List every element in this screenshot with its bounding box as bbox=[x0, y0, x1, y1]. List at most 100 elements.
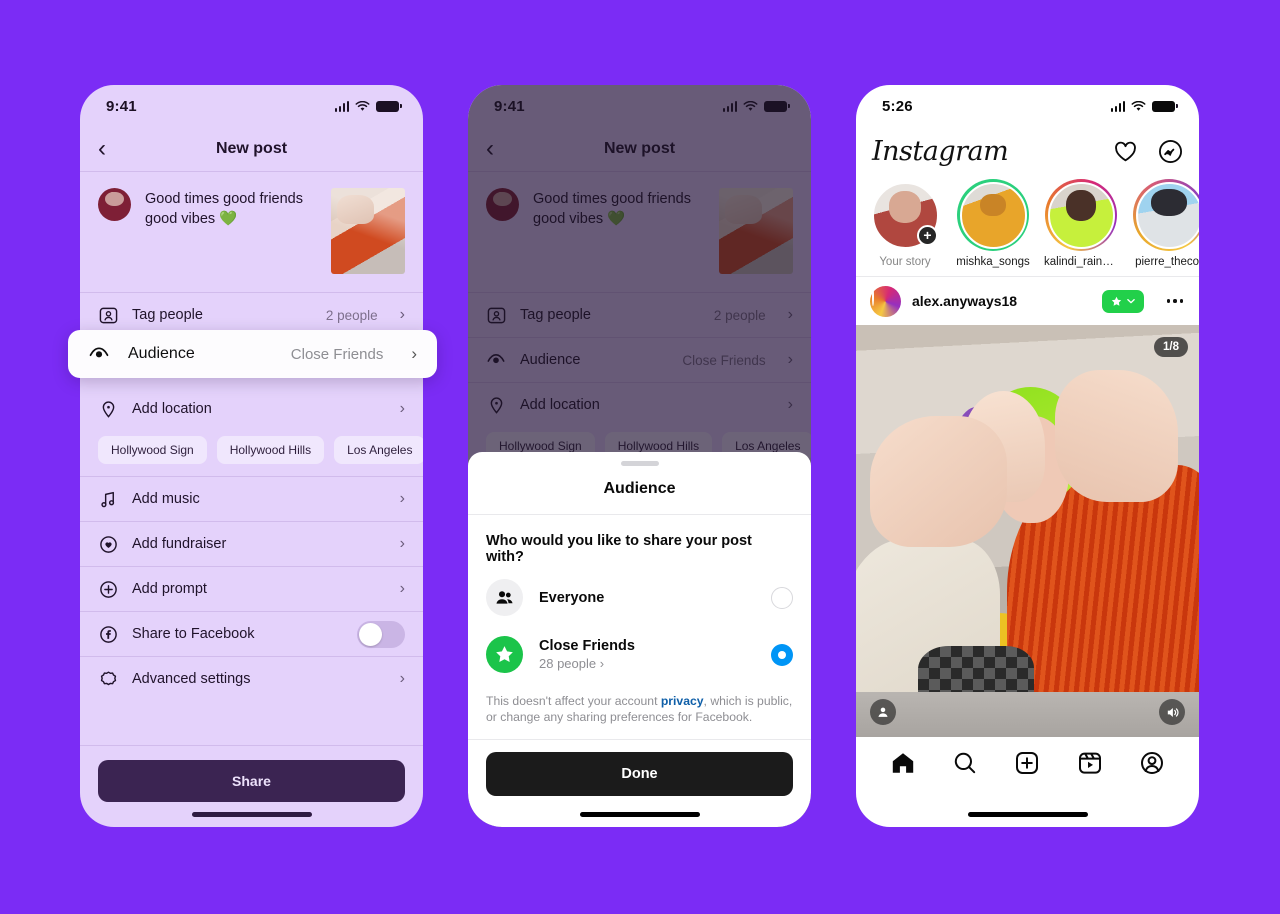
radio-everyone[interactable] bbox=[771, 586, 793, 609]
post-thumbnail[interactable] bbox=[331, 188, 405, 274]
phone-instagram-feed: 5:26 Instagram + Your story mishka_songs… bbox=[856, 85, 1199, 827]
battery-icon bbox=[1152, 100, 1178, 112]
tab-search[interactable] bbox=[952, 750, 978, 776]
star-icon bbox=[1111, 296, 1121, 306]
audience-disclaimer: This doesn't affect your account privacy… bbox=[468, 683, 811, 739]
add-story-icon[interactable]: + bbox=[917, 225, 938, 246]
chevron-right-icon: › bbox=[399, 670, 405, 687]
close-friends-star-icon bbox=[486, 636, 523, 673]
story-avatar-pierre bbox=[1135, 181, 1199, 249]
status-bar: 9:41 bbox=[80, 85, 423, 127]
share-button[interactable]: Share bbox=[98, 760, 405, 802]
story-your-story[interactable]: + Your story bbox=[868, 179, 942, 268]
story-kalindi-rainb[interactable]: kalindi_rainb... bbox=[1044, 179, 1118, 268]
person-tag-icon[interactable] bbox=[870, 699, 896, 725]
tab-profile[interactable] bbox=[1139, 750, 1165, 776]
option-name: Close Friends bbox=[539, 638, 635, 654]
row-add-fundraiser[interactable]: Add fundraiser › bbox=[80, 522, 423, 566]
back-chevron-icon[interactable]: ‹ bbox=[98, 137, 106, 161]
location-suggestions: Hollywood Sign Hollywood Hills Los Angel… bbox=[80, 431, 423, 476]
chevron-right-icon: › bbox=[399, 580, 405, 597]
nav-bar: ‹ New post bbox=[80, 127, 423, 171]
status-time: 5:26 bbox=[882, 97, 913, 115]
disclaimer-text-pre: This doesn't affect your account bbox=[486, 694, 661, 708]
home-indicator bbox=[579, 812, 700, 817]
media-layer-hand-left bbox=[869, 415, 1007, 548]
story-label: kalindi_rainb... bbox=[1044, 256, 1118, 268]
toggle-knob bbox=[359, 622, 382, 646]
row-label: Advanced settings bbox=[132, 671, 251, 687]
battery-icon bbox=[376, 100, 402, 112]
home-indicator bbox=[967, 812, 1088, 817]
caption-text[interactable]: Good times good friends good vibes 💚 bbox=[145, 188, 317, 229]
messenger-icon[interactable] bbox=[1158, 139, 1183, 164]
post-author-avatar[interactable] bbox=[870, 285, 901, 317]
search-icon bbox=[955, 752, 976, 774]
audience-card-label: Audience bbox=[128, 345, 195, 362]
composer[interactable]: Good times good friends good vibes 💚 bbox=[80, 172, 423, 292]
row-add-prompt[interactable]: Add prompt › bbox=[80, 567, 423, 611]
reels-icon bbox=[1078, 752, 1101, 774]
location-pin-icon bbox=[98, 399, 118, 419]
tab-reels[interactable] bbox=[1077, 750, 1103, 776]
status-bar: 5:26 bbox=[856, 85, 1199, 127]
phone-audience-sheet: 9:41 ‹ New post Good times good friends … bbox=[468, 85, 811, 827]
radio-close-friends[interactable] bbox=[771, 643, 793, 666]
phone-new-post: 9:41 ‹ New post Good times good friends … bbox=[80, 85, 423, 827]
row-label: Add prompt bbox=[132, 581, 207, 597]
audience-eye-icon bbox=[88, 343, 110, 365]
audience-option-close-friends[interactable]: Close Friends 28 people › bbox=[468, 626, 811, 683]
location-chip[interactable]: Hollywood Hills bbox=[216, 436, 325, 464]
user-avatar bbox=[98, 188, 131, 221]
row-label: Add fundraiser bbox=[132, 536, 227, 552]
chevron-right-icon: › bbox=[399, 306, 405, 323]
row-add-location[interactable]: Add location › bbox=[80, 387, 423, 431]
sound-on-icon[interactable] bbox=[1159, 699, 1185, 725]
facebook-share-toggle[interactable] bbox=[357, 620, 405, 648]
fundraiser-heart-icon bbox=[98, 534, 118, 554]
post-media[interactable]: 1/8 bbox=[856, 325, 1199, 737]
cellular-signal-icon bbox=[334, 100, 349, 112]
row-advanced-settings[interactable]: Advanced settings › bbox=[80, 657, 423, 701]
music-note-icon bbox=[98, 489, 118, 509]
cellular-signal-icon bbox=[1110, 100, 1125, 112]
story-mishka-songs[interactable]: mishka_songs bbox=[956, 179, 1030, 268]
chevron-right-icon: › bbox=[411, 344, 417, 363]
instagram-header: Instagram bbox=[856, 127, 1199, 175]
post-header: alex.anyways18 bbox=[856, 277, 1199, 325]
heart-icon[interactable] bbox=[1113, 139, 1138, 164]
audience-option-everyone[interactable]: Everyone bbox=[468, 569, 811, 626]
profile-icon bbox=[1140, 752, 1163, 774]
stories-tray[interactable]: + Your story mishka_songs kalindi_rainb.… bbox=[856, 175, 1199, 276]
option-subtext[interactable]: 28 people › bbox=[539, 656, 755, 671]
sheet-question: Who would you like to share your post wi… bbox=[486, 533, 752, 565]
location-chip[interactable]: Los Angeles bbox=[334, 436, 423, 464]
privacy-link[interactable]: privacy bbox=[661, 694, 704, 708]
tag-people-icon bbox=[98, 305, 118, 325]
chevron-right-icon: › bbox=[399, 535, 405, 552]
tab-create[interactable] bbox=[1014, 750, 1040, 776]
media-layer-hand-right bbox=[1054, 370, 1179, 503]
row-add-music[interactable]: Add music › bbox=[80, 477, 423, 521]
audience-highlight-card[interactable]: Audience Close Friends › bbox=[68, 330, 437, 378]
story-avatar-kalindi bbox=[1047, 181, 1115, 249]
tab-home[interactable] bbox=[890, 750, 916, 776]
close-friends-badge[interactable] bbox=[1101, 289, 1144, 313]
audience-bottom-sheet: Audience Who would you like to share you… bbox=[468, 452, 811, 827]
page-title: New post bbox=[215, 140, 288, 157]
row-label: Tag people bbox=[132, 307, 203, 323]
story-pierre-thecor[interactable]: pierre_thecor bbox=[1132, 179, 1199, 268]
done-button[interactable]: Done bbox=[486, 752, 793, 796]
chevron-right-icon: › bbox=[399, 400, 405, 417]
row-share-to-facebook[interactable]: Share to Facebook bbox=[80, 612, 423, 656]
post-username[interactable]: alex.anyways18 bbox=[912, 293, 1091, 309]
carousel-counter: 1/8 bbox=[1154, 337, 1188, 357]
row-label: Share to Facebook bbox=[132, 626, 255, 642]
location-chip[interactable]: Hollywood Sign bbox=[98, 436, 207, 464]
story-label: mishka_songs bbox=[956, 256, 1030, 268]
home-indicator bbox=[191, 812, 312, 817]
bottom-tab-bar[interactable] bbox=[856, 737, 1199, 789]
facebook-icon bbox=[98, 624, 118, 644]
media-layer-couch bbox=[856, 691, 1199, 737]
more-options-icon[interactable] bbox=[1166, 299, 1183, 303]
